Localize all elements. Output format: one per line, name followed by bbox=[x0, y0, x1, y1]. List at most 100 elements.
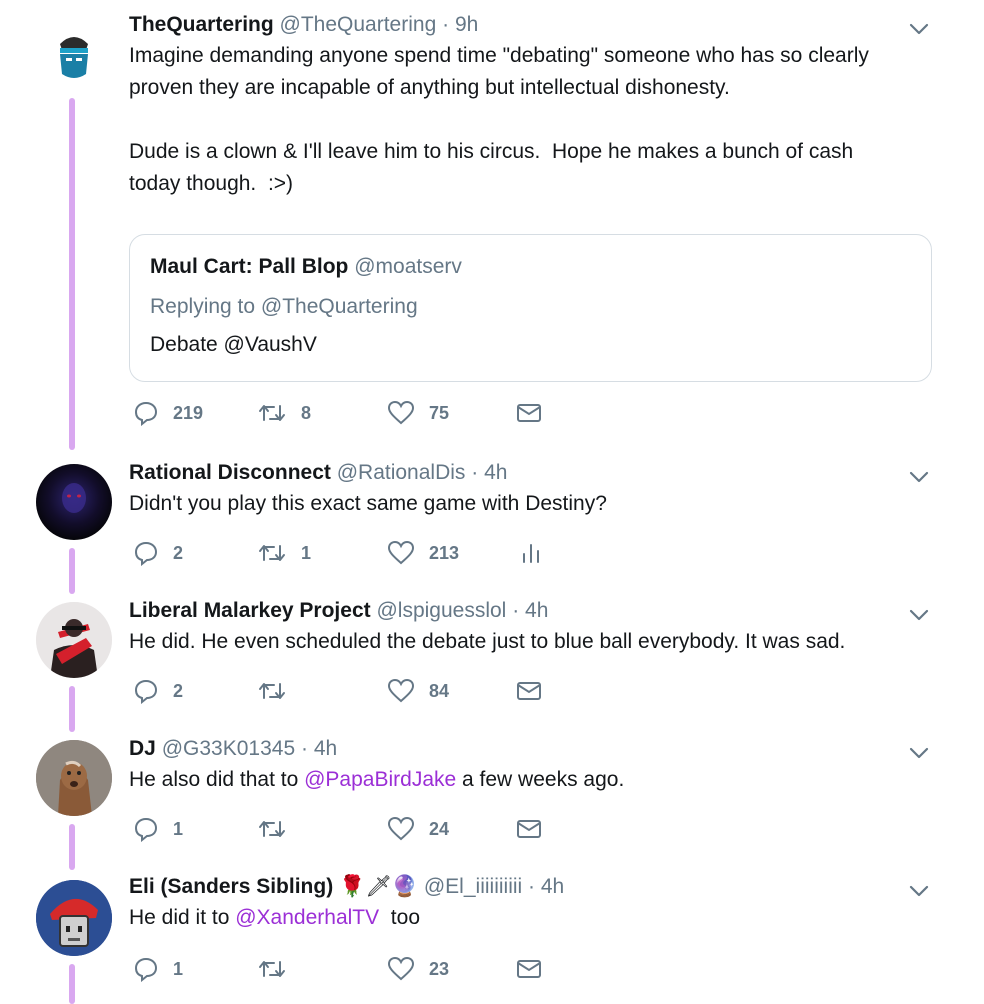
quote-text: Debate @VaushV bbox=[150, 333, 317, 356]
tweet-actions: 1 24 bbox=[129, 814, 729, 844]
retweet-icon bbox=[259, 405, 285, 421]
reply-button[interactable]: 219 bbox=[133, 398, 203, 428]
reply-button[interactable]: 1 bbox=[133, 954, 183, 984]
tweet-actions: 2 1 213 bbox=[129, 538, 729, 568]
like-count: 213 bbox=[429, 542, 460, 563]
reply-count: 2 bbox=[173, 680, 184, 701]
tweet-text: He did. He even scheduled the debate jus… bbox=[129, 630, 846, 653]
retweet-count: 8 bbox=[301, 402, 312, 423]
timestamp[interactable]: 4h bbox=[314, 737, 337, 760]
dm-button[interactable] bbox=[515, 954, 543, 984]
tweet[interactable]: DJ @G33K01345 · 4h He also did that to @… bbox=[0, 726, 984, 864]
retweet-icon bbox=[259, 683, 285, 699]
analytics-icon bbox=[523, 544, 539, 563]
reply-button[interactable]: 2 bbox=[133, 676, 183, 706]
tweet-text: He did it to @XanderhalTV too bbox=[129, 906, 421, 929]
chevron-down-icon[interactable] bbox=[906, 16, 932, 42]
timestamp[interactable]: 4h bbox=[525, 599, 548, 622]
tweet-actions: 2 84 bbox=[129, 676, 729, 706]
reply-icon bbox=[134, 957, 158, 982]
heart-icon bbox=[387, 956, 415, 981]
like-button[interactable]: 213 bbox=[387, 538, 459, 568]
retweet-button[interactable]: 1 bbox=[257, 538, 311, 568]
like-button[interactable]: 24 bbox=[387, 814, 449, 844]
reply-count: 1 bbox=[173, 958, 184, 979]
avatar-image bbox=[36, 740, 112, 816]
reply-count: 219 bbox=[173, 402, 204, 423]
avatar[interactable] bbox=[36, 16, 112, 92]
dm-button[interactable] bbox=[515, 676, 543, 706]
avatar[interactable] bbox=[36, 740, 112, 816]
quote-replying-to: Replying to @TheQuartering bbox=[150, 295, 418, 318]
heart-icon bbox=[387, 400, 415, 425]
chevron-down-icon[interactable] bbox=[906, 602, 932, 628]
tweet-actions: 1 23 bbox=[129, 954, 729, 984]
tweet[interactable]: TheQuartering @TheQuartering · 9h Imagin… bbox=[0, 0, 984, 450]
author-handle[interactable]: @TheQuartering bbox=[280, 13, 437, 36]
avatar-image bbox=[62, 483, 86, 513]
quote-author-name: Maul Cart: Pall Blop bbox=[150, 255, 349, 278]
tweet-actions: 219 8 75 bbox=[129, 398, 729, 428]
heart-icon bbox=[387, 678, 415, 703]
reply-button[interactable]: 2 bbox=[133, 538, 183, 568]
chevron-down-icon[interactable] bbox=[906, 878, 932, 904]
reply-count: 1 bbox=[173, 818, 184, 839]
retweet-count: 1 bbox=[301, 542, 312, 563]
author-handle[interactable]: @El_iiiiiiiiii bbox=[424, 875, 522, 898]
like-count: 75 bbox=[429, 402, 450, 423]
reply-count: 2 bbox=[173, 542, 184, 563]
tweet[interactable]: Eli (Sanders Sibling) 🌹🗡🔮 @El_iiiiiiiiii… bbox=[0, 864, 984, 1004]
author-handle[interactable]: @RationalDis bbox=[337, 461, 466, 484]
avatar[interactable] bbox=[36, 602, 112, 678]
tweet-text: Didn't you play this exact same game wit… bbox=[129, 492, 607, 515]
avatar-image bbox=[60, 37, 88, 78]
reply-icon bbox=[134, 817, 158, 842]
author-name[interactable]: Eli (Sanders Sibling) bbox=[129, 875, 333, 898]
reply-icon bbox=[134, 679, 158, 704]
envelope-icon bbox=[517, 682, 541, 700]
timestamp[interactable]: 4h bbox=[484, 461, 507, 484]
envelope-icon bbox=[517, 404, 541, 422]
mention-link[interactable]: @XanderhalTV bbox=[235, 906, 379, 929]
retweet-icon bbox=[259, 821, 285, 837]
avatar[interactable] bbox=[36, 464, 112, 540]
mention-link[interactable]: @PapaBirdJake bbox=[304, 768, 456, 791]
envelope-icon bbox=[517, 960, 541, 978]
tweet-text: He also did that to @PapaBirdJake a few … bbox=[129, 768, 625, 791]
analytics-button[interactable] bbox=[519, 538, 543, 568]
author-name[interactable]: TheQuartering bbox=[129, 13, 274, 36]
quoted-tweet[interactable]: Maul Cart: Pall Blop @moatserv Replying … bbox=[129, 234, 932, 382]
tweet[interactable]: Liberal Malarkey Project @lspiguesslol ·… bbox=[0, 588, 984, 726]
author-handle[interactable]: @G33K01345 bbox=[162, 737, 295, 760]
retweet-button[interactable]: 8 bbox=[257, 398, 311, 428]
author-name[interactable]: Liberal Malarkey Project bbox=[129, 599, 371, 622]
avatar-image bbox=[36, 602, 112, 678]
timestamp[interactable]: 4h bbox=[541, 875, 564, 898]
retweet-button[interactable] bbox=[257, 814, 301, 844]
avatar[interactable] bbox=[36, 880, 112, 956]
chevron-down-icon[interactable] bbox=[906, 740, 932, 766]
retweet-button[interactable] bbox=[257, 954, 301, 984]
like-button[interactable]: 75 bbox=[387, 398, 449, 428]
envelope-icon bbox=[517, 820, 541, 838]
author-name[interactable]: DJ bbox=[129, 737, 156, 760]
dm-button[interactable] bbox=[515, 398, 543, 428]
author-name[interactable]: Rational Disconnect bbox=[129, 461, 331, 484]
like-count: 84 bbox=[429, 680, 450, 701]
quote-author-handle: @moatserv bbox=[354, 255, 462, 278]
reply-icon bbox=[134, 541, 158, 566]
avatar-image bbox=[36, 880, 112, 956]
timestamp[interactable]: 9h bbox=[455, 13, 478, 36]
reply-button[interactable]: 1 bbox=[133, 814, 183, 844]
like-button[interactable]: 23 bbox=[387, 954, 449, 984]
chevron-down-icon[interactable] bbox=[906, 464, 932, 490]
tweet[interactable]: Rational Disconnect @RationalDis · 4h Di… bbox=[0, 450, 984, 588]
reply-icon bbox=[134, 401, 158, 426]
heart-icon bbox=[387, 540, 415, 565]
dm-button[interactable] bbox=[515, 814, 543, 844]
retweet-button[interactable] bbox=[257, 676, 301, 706]
retweet-icon bbox=[259, 961, 285, 977]
author-handle[interactable]: @lspiguesslol bbox=[376, 599, 506, 622]
heart-icon bbox=[387, 816, 415, 841]
like-button[interactable]: 84 bbox=[387, 676, 449, 706]
